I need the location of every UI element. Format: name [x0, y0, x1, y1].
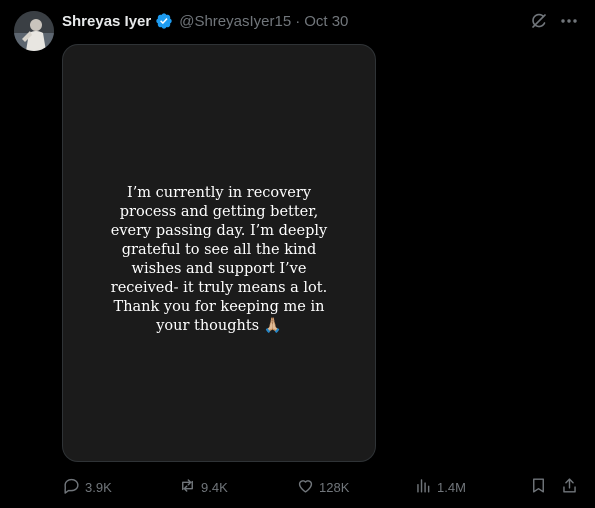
post-actions-bar: 3.9K 9.4K 128K 1.4M: [62, 476, 584, 496]
reply-button[interactable]: 3.9K: [62, 476, 112, 498]
verified-badge-icon: [155, 12, 173, 30]
post-header: Shreyas Iyer @ShreyasIyer15 · Oct 30: [62, 12, 348, 30]
views-button[interactable]: 1.4M: [414, 476, 466, 498]
author-handle[interactable]: @ShreyasIyer15: [179, 13, 291, 30]
like-count: 128K: [319, 479, 350, 495]
bookmark-icon: [529, 476, 548, 498]
post-top-actions: [529, 11, 579, 31]
post-media-image[interactable]: I’m currently in recovery process and ge…: [62, 44, 376, 462]
reply-count: 3.9K: [85, 479, 112, 495]
repost-button[interactable]: 9.4K: [178, 476, 228, 498]
separator-dot: ·: [295, 12, 301, 30]
timestamp[interactable]: Oct 30: [304, 13, 348, 30]
more-icon[interactable]: [559, 11, 579, 31]
repost-icon: [178, 476, 197, 498]
share-icon: [560, 476, 579, 498]
avatar[interactable]: [14, 11, 54, 51]
like-icon: [296, 476, 315, 498]
author-name[interactable]: Shreyas Iyer: [62, 13, 151, 30]
bookmark-button[interactable]: [529, 476, 548, 498]
media-statement-text: I’m currently in recovery process and ge…: [110, 185, 328, 334]
reply-icon: [62, 476, 81, 498]
views-count: 1.4M: [437, 479, 466, 495]
like-button[interactable]: 128K: [296, 476, 349, 498]
repost-count: 9.4K: [201, 479, 228, 495]
share-button[interactable]: [560, 476, 579, 498]
grok-icon[interactable]: [529, 11, 549, 31]
views-icon: [414, 476, 433, 498]
